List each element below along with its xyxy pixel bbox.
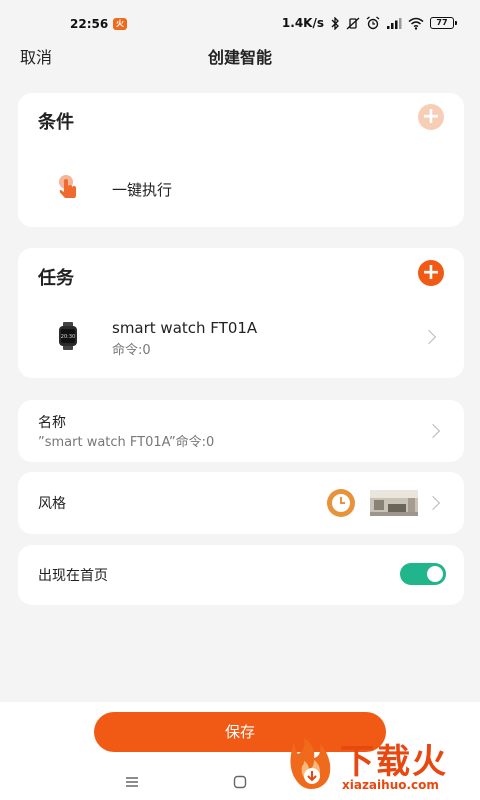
battery-indicator: 77 (430, 17, 457, 29)
chevron-right-icon (421, 329, 437, 345)
task-card: 任务 + 20:30 smart watch FT01A 命令:0 (18, 248, 464, 378)
watermark-url: xiazaihuo.com (342, 778, 439, 792)
style-label: 风格 (38, 496, 66, 512)
chevron-right-icon (425, 495, 441, 511)
condition-card: 条件 + 一键执行 (18, 93, 464, 227)
bluetooth-icon (331, 16, 339, 30)
alarm-icon (366, 16, 380, 30)
name-value: ”smart watch FT01A”命令:0 (38, 435, 215, 450)
show-on-home-card: 出现在首页 (18, 545, 464, 605)
condition-title: 条件 (38, 112, 74, 133)
task-item[interactable]: 20:30 smart watch FT01A 命令:0 (18, 312, 464, 362)
app-notification-badge: 火 (113, 18, 127, 30)
network-speed: 1.4K/s (281, 16, 324, 30)
condition-item-label: 一键执行 (112, 181, 173, 199)
status-icons: 1.4K/s 77 (281, 16, 457, 30)
status-bar: 22:56 火 1.4K/s 77 (0, 0, 480, 40)
tap-hand-icon (59, 175, 76, 198)
home-icon[interactable] (233, 775, 247, 789)
show-on-home-toggle[interactable] (400, 563, 446, 585)
show-on-home-label: 出现在首页 (38, 568, 108, 584)
page-title: 创建智能 (207, 48, 272, 67)
task-command: 命令:0 (112, 343, 151, 358)
chevron-right-icon (425, 423, 441, 439)
watch-screen-text: 20:30 (61, 334, 75, 340)
task-title: 任务 (38, 268, 74, 289)
room-background-thumbnail (370, 490, 418, 516)
add-task-button[interactable]: + (418, 260, 444, 286)
cancel-button[interactable]: 取消 (20, 44, 52, 68)
signal-icon (387, 17, 402, 29)
menu-icon[interactable] (125, 776, 139, 788)
add-condition-button[interactable]: + (418, 104, 444, 130)
vibrate-mute-icon (346, 17, 360, 29)
toggle-knob (427, 566, 443, 582)
clock-style-icon (327, 489, 355, 517)
wifi-icon (408, 17, 424, 30)
status-time: 22:56 (70, 17, 109, 31)
name-card[interactable]: 名称 ”smart watch FT01A”命令:0 (18, 400, 464, 462)
style-card[interactable]: 风格 (18, 472, 464, 534)
smartwatch-icon: 20:30 (59, 322, 77, 350)
flame-logo-icon (290, 738, 331, 789)
watermark-text: 下载火 (340, 742, 448, 782)
watermark-logo: 下载火 xiazaihuo.com (282, 736, 480, 800)
name-label: 名称 (38, 415, 66, 431)
nav-header: 创建智能 取消 (0, 40, 480, 70)
condition-item[interactable]: 一键执行 (18, 163, 464, 213)
task-device-name: smart watch FT01A (112, 319, 258, 337)
